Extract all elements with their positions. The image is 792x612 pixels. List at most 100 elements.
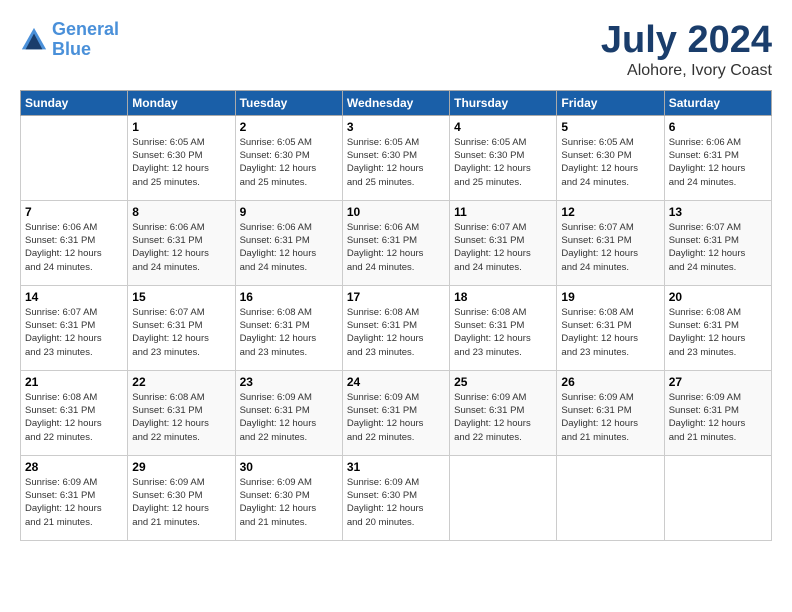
day-number: 8 [132, 205, 230, 219]
calendar-cell: 25Sunrise: 6:09 AM Sunset: 6:31 PM Dayli… [450, 370, 557, 455]
calendar-cell: 1Sunrise: 6:05 AM Sunset: 6:30 PM Daylig… [128, 115, 235, 200]
calendar-week-row: 7 Sunrise: 6:06 AM Sunset: 6:31 PM Daylig… [21, 200, 772, 285]
calendar-cell: 12 Sunrise: 6:07 AM Sunset: 6:31 PM Dayli… [557, 200, 664, 285]
title-block: July 2024 Alohore, Ivory Coast [601, 20, 772, 80]
day-info: Sunrise: 6:09 AM Sunset: 6:31 PM Dayligh… [347, 391, 445, 444]
weekday-header: Friday [557, 90, 664, 115]
calendar-week-row: 14 Sunrise: 6:07 AM Sunset: 6:31 PM Dayli… [21, 285, 772, 370]
day-info: Sunrise: 6:08 AM Sunset: 6:31 PM Dayligh… [25, 391, 123, 444]
calendar-cell: 19 Sunrise: 6:08 AM Sunset: 6:31 PM Dayli… [557, 285, 664, 370]
day-info: Sunrise: 6:07 AM Sunset: 6:31 PM Dayligh… [669, 221, 767, 274]
day-number: 16 [240, 290, 338, 304]
day-info: Sunrise: 6:09 AM Sunset: 6:31 PM Dayligh… [240, 391, 338, 444]
day-number: 28 [25, 460, 123, 474]
logo-text: General Blue [52, 20, 119, 60]
calendar-cell: 22 Sunrise: 6:08 AM Sunset: 6:31 PM Dayli… [128, 370, 235, 455]
day-info: Sunrise: 6:05 AM Sunset: 6:30 PM Dayligh… [240, 136, 338, 189]
location-title: Alohore, Ivory Coast [601, 62, 772, 80]
calendar-cell: 9Sunrise: 6:06 AM Sunset: 6:31 PM Daylig… [235, 200, 342, 285]
calendar-cell: 17 Sunrise: 6:08 AM Sunset: 6:31 PM Dayli… [342, 285, 449, 370]
day-number: 22 [132, 375, 230, 389]
day-info: Sunrise: 6:07 AM Sunset: 6:31 PM Dayligh… [25, 306, 123, 359]
month-title: July 2024 [601, 20, 772, 62]
calendar-week-row: 1Sunrise: 6:05 AM Sunset: 6:30 PM Daylig… [21, 115, 772, 200]
calendar-body: 1Sunrise: 6:05 AM Sunset: 6:30 PM Daylig… [21, 115, 772, 540]
day-number: 10 [347, 205, 445, 219]
logo-blue: Blue [52, 39, 91, 59]
calendar-cell: 28 Sunrise: 6:09 AM Sunset: 6:31 PM Dayli… [21, 455, 128, 540]
calendar-cell: 24 Sunrise: 6:09 AM Sunset: 6:31 PM Dayli… [342, 370, 449, 455]
page-header: General Blue July 2024 Alohore, Ivory Co… [20, 20, 772, 80]
calendar-week-row: 28 Sunrise: 6:09 AM Sunset: 6:31 PM Dayli… [21, 455, 772, 540]
day-info: Sunrise: 6:09 AM Sunset: 6:31 PM Dayligh… [669, 391, 767, 444]
calendar-cell: 31Sunrise: 6:09 AM Sunset: 6:30 PM Dayli… [342, 455, 449, 540]
calendar-cell: 15Sunrise: 6:07 AM Sunset: 6:31 PM Dayli… [128, 285, 235, 370]
calendar-cell: 26Sunrise: 6:09 AM Sunset: 6:31 PM Dayli… [557, 370, 664, 455]
calendar-cell [664, 455, 771, 540]
calendar-cell: 6Sunrise: 6:06 AM Sunset: 6:31 PM Daylig… [664, 115, 771, 200]
day-number: 13 [669, 205, 767, 219]
calendar-cell: 16 Sunrise: 6:08 AM Sunset: 6:31 PM Dayli… [235, 285, 342, 370]
day-number: 19 [561, 290, 659, 304]
day-info: Sunrise: 6:08 AM Sunset: 6:31 PM Dayligh… [454, 306, 552, 359]
calendar-cell: 11Sunrise: 6:07 AM Sunset: 6:31 PM Dayli… [450, 200, 557, 285]
weekday-header: Tuesday [235, 90, 342, 115]
day-info: Sunrise: 6:06 AM Sunset: 6:31 PM Dayligh… [132, 221, 230, 274]
day-info: Sunrise: 6:05 AM Sunset: 6:30 PM Dayligh… [561, 136, 659, 189]
weekday-header: Wednesday [342, 90, 449, 115]
calendar-cell: 2 Sunrise: 6:05 AM Sunset: 6:30 PM Daylig… [235, 115, 342, 200]
day-number: 25 [454, 375, 552, 389]
day-number: 5 [561, 120, 659, 134]
day-info: Sunrise: 6:08 AM Sunset: 6:31 PM Dayligh… [240, 306, 338, 359]
calendar-week-row: 21 Sunrise: 6:08 AM Sunset: 6:31 PM Dayli… [21, 370, 772, 455]
day-number: 24 [347, 375, 445, 389]
day-number: 3 [347, 120, 445, 134]
day-info: Sunrise: 6:08 AM Sunset: 6:31 PM Dayligh… [561, 306, 659, 359]
day-info: Sunrise: 6:08 AM Sunset: 6:31 PM Dayligh… [132, 391, 230, 444]
logo: General Blue [20, 20, 119, 60]
day-number: 21 [25, 375, 123, 389]
day-number: 14 [25, 290, 123, 304]
day-number: 17 [347, 290, 445, 304]
day-number: 12 [561, 205, 659, 219]
day-info: Sunrise: 6:05 AM Sunset: 6:30 PM Dayligh… [132, 136, 230, 189]
weekday-header: Saturday [664, 90, 771, 115]
day-number: 23 [240, 375, 338, 389]
day-info: Sunrise: 6:09 AM Sunset: 6:31 PM Dayligh… [561, 391, 659, 444]
calendar-cell: 5 Sunrise: 6:05 AM Sunset: 6:30 PM Daylig… [557, 115, 664, 200]
day-number: 2 [240, 120, 338, 134]
calendar-cell: 8 Sunrise: 6:06 AM Sunset: 6:31 PM Daylig… [128, 200, 235, 285]
calendar-cell: 7 Sunrise: 6:06 AM Sunset: 6:31 PM Daylig… [21, 200, 128, 285]
day-info: Sunrise: 6:06 AM Sunset: 6:31 PM Dayligh… [25, 221, 123, 274]
day-number: 20 [669, 290, 767, 304]
calendar-cell: 13 Sunrise: 6:07 AM Sunset: 6:31 PM Dayli… [664, 200, 771, 285]
calendar-cell: 29 Sunrise: 6:09 AM Sunset: 6:30 PM Dayli… [128, 455, 235, 540]
day-info: Sunrise: 6:06 AM Sunset: 6:31 PM Dayligh… [240, 221, 338, 274]
day-info: Sunrise: 6:08 AM Sunset: 6:31 PM Dayligh… [669, 306, 767, 359]
day-number: 27 [669, 375, 767, 389]
weekday-header: Monday [128, 90, 235, 115]
day-info: Sunrise: 6:09 AM Sunset: 6:30 PM Dayligh… [132, 476, 230, 529]
day-info: Sunrise: 6:09 AM Sunset: 6:30 PM Dayligh… [240, 476, 338, 529]
calendar-cell: 23 Sunrise: 6:09 AM Sunset: 6:31 PM Dayli… [235, 370, 342, 455]
day-info: Sunrise: 6:05 AM Sunset: 6:30 PM Dayligh… [347, 136, 445, 189]
calendar-cell: 18 Sunrise: 6:08 AM Sunset: 6:31 PM Dayli… [450, 285, 557, 370]
day-info: Sunrise: 6:09 AM Sunset: 6:31 PM Dayligh… [25, 476, 123, 529]
calendar-cell: 3 Sunrise: 6:05 AM Sunset: 6:30 PM Daylig… [342, 115, 449, 200]
calendar-cell: 27 Sunrise: 6:09 AM Sunset: 6:31 PM Dayli… [664, 370, 771, 455]
calendar-cell [557, 455, 664, 540]
day-number: 4 [454, 120, 552, 134]
day-number: 31 [347, 460, 445, 474]
day-info: Sunrise: 6:06 AM Sunset: 6:31 PM Dayligh… [669, 136, 767, 189]
day-number: 18 [454, 290, 552, 304]
day-info: Sunrise: 6:07 AM Sunset: 6:31 PM Dayligh… [561, 221, 659, 274]
day-number: 29 [132, 460, 230, 474]
calendar-cell: 30Sunrise: 6:09 AM Sunset: 6:30 PM Dayli… [235, 455, 342, 540]
weekday-header: Sunday [21, 90, 128, 115]
day-info: Sunrise: 6:08 AM Sunset: 6:31 PM Dayligh… [347, 306, 445, 359]
calendar-table: SundayMondayTuesdayWednesdayThursdayFrid… [20, 90, 772, 541]
calendar-header-row: SundayMondayTuesdayWednesdayThursdayFrid… [21, 90, 772, 115]
day-info: Sunrise: 6:06 AM Sunset: 6:31 PM Dayligh… [347, 221, 445, 274]
day-number: 7 [25, 205, 123, 219]
day-info: Sunrise: 6:07 AM Sunset: 6:31 PM Dayligh… [454, 221, 552, 274]
